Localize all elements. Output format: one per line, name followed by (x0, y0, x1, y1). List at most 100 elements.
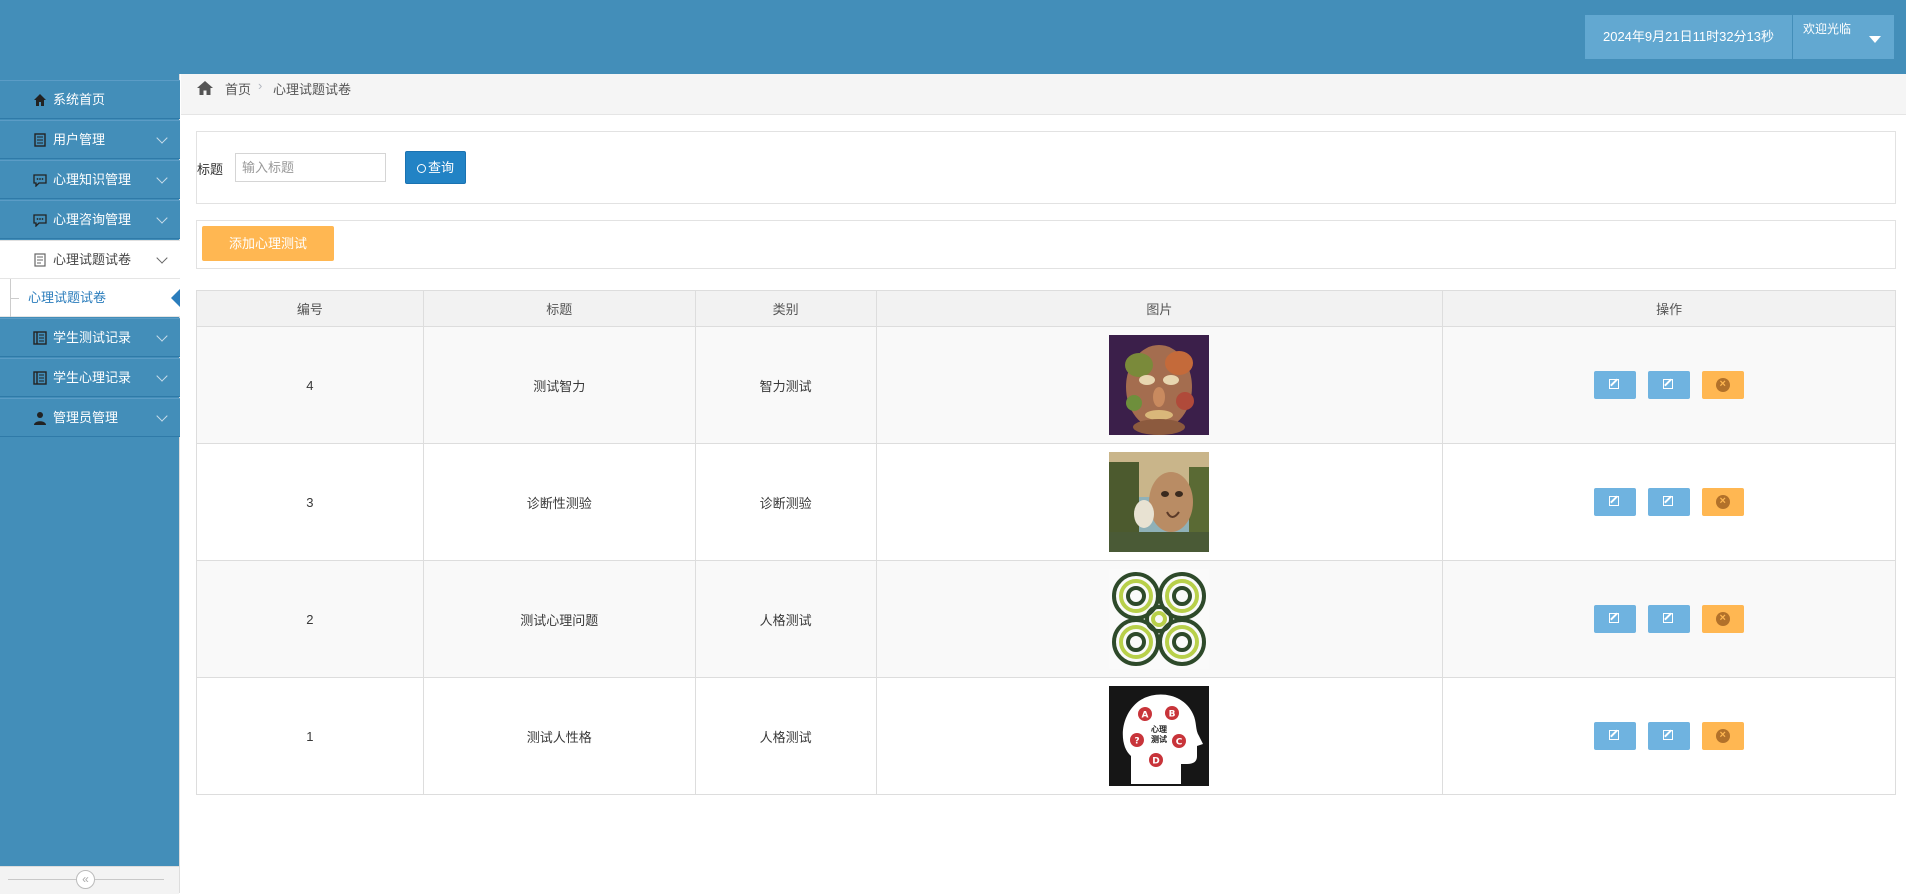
edit-button[interactable] (1594, 488, 1637, 516)
cell-category: 智力测试 (694, 326, 877, 444)
edit-icon (1663, 730, 1674, 740)
sidebar-item-student-tests[interactable]: 学生测试记录 (0, 318, 180, 357)
chevron-down-icon (156, 132, 168, 144)
sidebar-item-admins[interactable]: 管理员管理 (0, 398, 180, 437)
edit-questions-button[interactable] (1648, 722, 1691, 750)
home-icon (34, 94, 46, 106)
cell-image (875, 443, 1444, 561)
edit-icon (1609, 730, 1620, 740)
quiz-title-line2: 测试 (1151, 734, 1167, 744)
chat-icon (33, 214, 47, 227)
col-header-actions: 操作 (1442, 290, 1896, 327)
chevron-down-icon (156, 410, 168, 422)
sidebar-item-home[interactable]: 系统首页 (0, 80, 180, 119)
collapse-sidebar-button[interactable]: « (76, 870, 95, 889)
delete-button[interactable]: × (1701, 605, 1744, 633)
table-row: 4 测试智力 智力测试 × (196, 326, 1896, 444)
table-row: 2 测试心理问题 人格测试 × (196, 560, 1896, 678)
sidebar-item-consult[interactable]: 心理咨询管理 (0, 200, 180, 239)
delete-button[interactable]: × (1701, 371, 1744, 399)
edit-questions-button[interactable] (1648, 605, 1691, 633)
search-button[interactable]: 查询 (405, 151, 466, 184)
search-panel: 标题 查询 (196, 131, 1896, 204)
cell-actions: × (1442, 560, 1896, 678)
tests-table: 编号 标题 类别 图片 操作 4 测试智力 智力测试 × 3 诊断性测验 诊断测… (196, 290, 1896, 795)
cell-image (875, 560, 1444, 678)
chevron-down-icon (156, 252, 168, 264)
table-header-row: 编号 标题 类别 图片 操作 (196, 290, 1896, 327)
breadcrumb-separator: › (258, 78, 263, 93)
quiz-letter-c: C (1176, 738, 1183, 748)
book-icon (33, 371, 47, 385)
sidebar-item-knowledge[interactable]: 心理知识管理 (0, 160, 180, 199)
caret-down-icon (1869, 36, 1881, 43)
search-icon (416, 164, 426, 173)
sidebar-item-users[interactable]: 用户管理 (0, 120, 180, 159)
table-row: 3 诊断性测验 诊断测验 × (196, 443, 1896, 561)
head-quiz-image[interactable]: A B ? C D 心理 测试 (1109, 686, 1210, 786)
face-portrait-image[interactable] (1109, 335, 1210, 435)
cell-title: 测试智力 (422, 326, 696, 444)
edit-button[interactable] (1594, 605, 1637, 633)
sidebar-subitem-tests[interactable]: 心理试题试卷 (0, 279, 180, 317)
cell-category: 人格测试 (694, 677, 877, 795)
sidebar-item-label: 学生心理记录 (53, 370, 132, 385)
spiral-illusion-image[interactable] (1109, 569, 1210, 669)
cell-image (875, 326, 1444, 444)
book-icon (33, 331, 47, 345)
search-button-label: 查询 (427, 160, 454, 175)
quiz-title-line1: 心理 (1151, 724, 1167, 734)
user-menu-button[interactable]: 欢迎光临 (1793, 15, 1894, 59)
edit-button[interactable] (1594, 722, 1637, 750)
breadcrumb: 首页 › 心理试题试卷 (181, 74, 1906, 115)
search-label: 标题 (197, 162, 224, 177)
col-header-category[interactable]: 类别 (694, 290, 877, 327)
sidebar-item-label: 用户管理 (53, 132, 106, 147)
delete-button[interactable]: × (1701, 722, 1744, 750)
quiz-letter-b: B (1169, 710, 1176, 720)
cell-title: 诊断性测验 (422, 443, 696, 561)
edit-icon (1663, 379, 1674, 389)
cell-title: 测试人性格 (422, 677, 696, 795)
cell-id: 1 (196, 677, 424, 795)
cell-category: 人格测试 (694, 560, 877, 678)
active-marker (171, 289, 180, 307)
col-header-title[interactable]: 标题 (422, 290, 696, 327)
edit-icon (1609, 613, 1620, 623)
list-icon (34, 133, 46, 147)
breadcrumb-home-link[interactable]: 首页 (225, 79, 251, 98)
home-icon (197, 81, 213, 95)
cell-actions: × (1442, 677, 1896, 795)
sidebar-subitem-label: 心理试题试卷 (28, 290, 107, 305)
add-test-button[interactable]: 添加心理测试 (202, 226, 334, 261)
title-search-input[interactable] (235, 153, 386, 182)
edit-icon (1609, 496, 1620, 506)
edit-questions-button[interactable] (1648, 371, 1691, 399)
cell-id: 4 (196, 326, 424, 444)
sidebar: 系统首页 用户管理 心理知识管理 心理咨询管理 心理试题试卷 心理试题试卷 学生… (0, 74, 180, 894)
edit-icon (1663, 496, 1674, 506)
quiz-letter-a: A (1142, 711, 1149, 721)
quiz-question-mark: ? (1135, 737, 1140, 747)
sidebar-item-label: 管理员管理 (53, 410, 119, 425)
delete-button[interactable]: × (1701, 488, 1744, 516)
cell-actions: × (1442, 443, 1896, 561)
sidebar-item-label: 心理试题试卷 (53, 252, 132, 267)
chevron-down-icon (156, 212, 168, 224)
sidebar-item-label: 心理咨询管理 (53, 212, 132, 227)
chevron-down-icon (156, 172, 168, 184)
edit-button[interactable] (1594, 371, 1637, 399)
landscape-face-image[interactable] (1109, 452, 1210, 552)
cell-title: 测试心理问题 (422, 560, 696, 678)
cell-id: 2 (196, 560, 424, 678)
sidebar-item-tests[interactable]: 心理试题试卷 (0, 240, 180, 279)
col-header-id[interactable]: 编号 (196, 290, 424, 327)
edit-icon (1609, 379, 1620, 389)
close-circle-icon: × (1715, 612, 1730, 626)
close-circle-icon: × (1715, 729, 1730, 743)
top-navbar: 2024年9月21日11时32分13秒 欢迎光临 (0, 0, 1906, 74)
welcome-text: 欢迎光临 (1803, 22, 1852, 36)
edit-questions-button[interactable] (1648, 488, 1691, 516)
sidebar-item-student-records[interactable]: 学生心理记录 (0, 358, 180, 397)
datetime-display: 2024年9月21日11时32分13秒 (1585, 15, 1792, 59)
